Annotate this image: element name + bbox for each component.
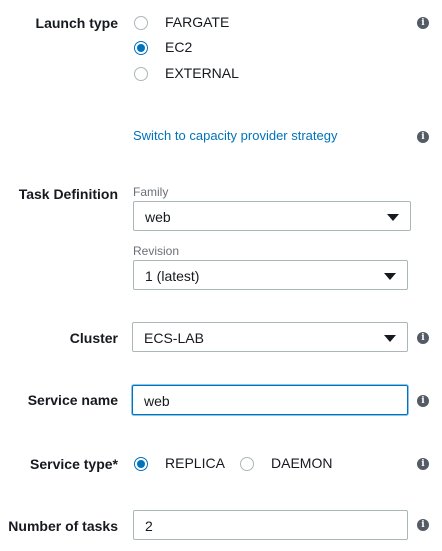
revision-label: Revision: [133, 244, 180, 258]
radio-replica-label[interactable]: REPLICA: [165, 455, 225, 471]
service-name-label: Service name: [27, 392, 118, 408]
family-select[interactable]: web: [133, 201, 411, 231]
radio-ec2-label[interactable]: EC2: [165, 39, 192, 55]
info-icon[interactable]: i: [417, 458, 429, 470]
number-of-tasks-input[interactable]: 2: [133, 510, 408, 540]
chevron-down-icon: [384, 273, 396, 280]
info-icon[interactable]: i: [417, 131, 429, 143]
info-icon[interactable]: i: [417, 519, 429, 531]
radio-daemon[interactable]: [240, 457, 254, 471]
service-type-label: Service type*: [30, 456, 118, 472]
family-label: Family: [133, 185, 169, 199]
cluster-select[interactable]: ECS-LAB: [132, 322, 408, 352]
switch-capacity-provider-link[interactable]: Switch to capacity provider strategy: [133, 128, 337, 143]
radio-selected-dot: [137, 460, 145, 468]
info-icon[interactable]: i: [417, 332, 429, 344]
info-icon[interactable]: i: [417, 395, 429, 407]
radio-fargate-label[interactable]: FARGATE: [165, 14, 229, 30]
number-of-tasks-label: Number of tasks: [8, 518, 118, 534]
radio-selected-dot: [137, 44, 145, 52]
radio-daemon-label[interactable]: DAEMON: [271, 455, 332, 471]
task-definition-label: Task Definition: [18, 186, 118, 202]
radio-external[interactable]: [134, 67, 148, 81]
family-select-value: web: [145, 209, 171, 225]
radio-ec2[interactable]: [134, 41, 148, 55]
radio-replica[interactable]: [134, 457, 148, 471]
service-name-input[interactable]: web: [132, 385, 408, 415]
info-icon[interactable]: i: [417, 17, 429, 29]
revision-select-value: 1 (latest): [145, 268, 200, 284]
cluster-select-value: ECS-LAB: [144, 330, 204, 346]
chevron-down-icon: [387, 214, 399, 221]
radio-external-label[interactable]: EXTERNAL: [165, 65, 239, 81]
launch-type-label: Launch type: [35, 15, 118, 31]
number-of-tasks-input-value: 2: [145, 518, 153, 534]
revision-select[interactable]: 1 (latest): [133, 260, 408, 290]
chevron-down-icon: [384, 335, 396, 342]
cluster-label: Cluster: [69, 330, 118, 346]
radio-fargate[interactable]: [134, 16, 148, 30]
service-name-input-value: web: [144, 393, 170, 409]
